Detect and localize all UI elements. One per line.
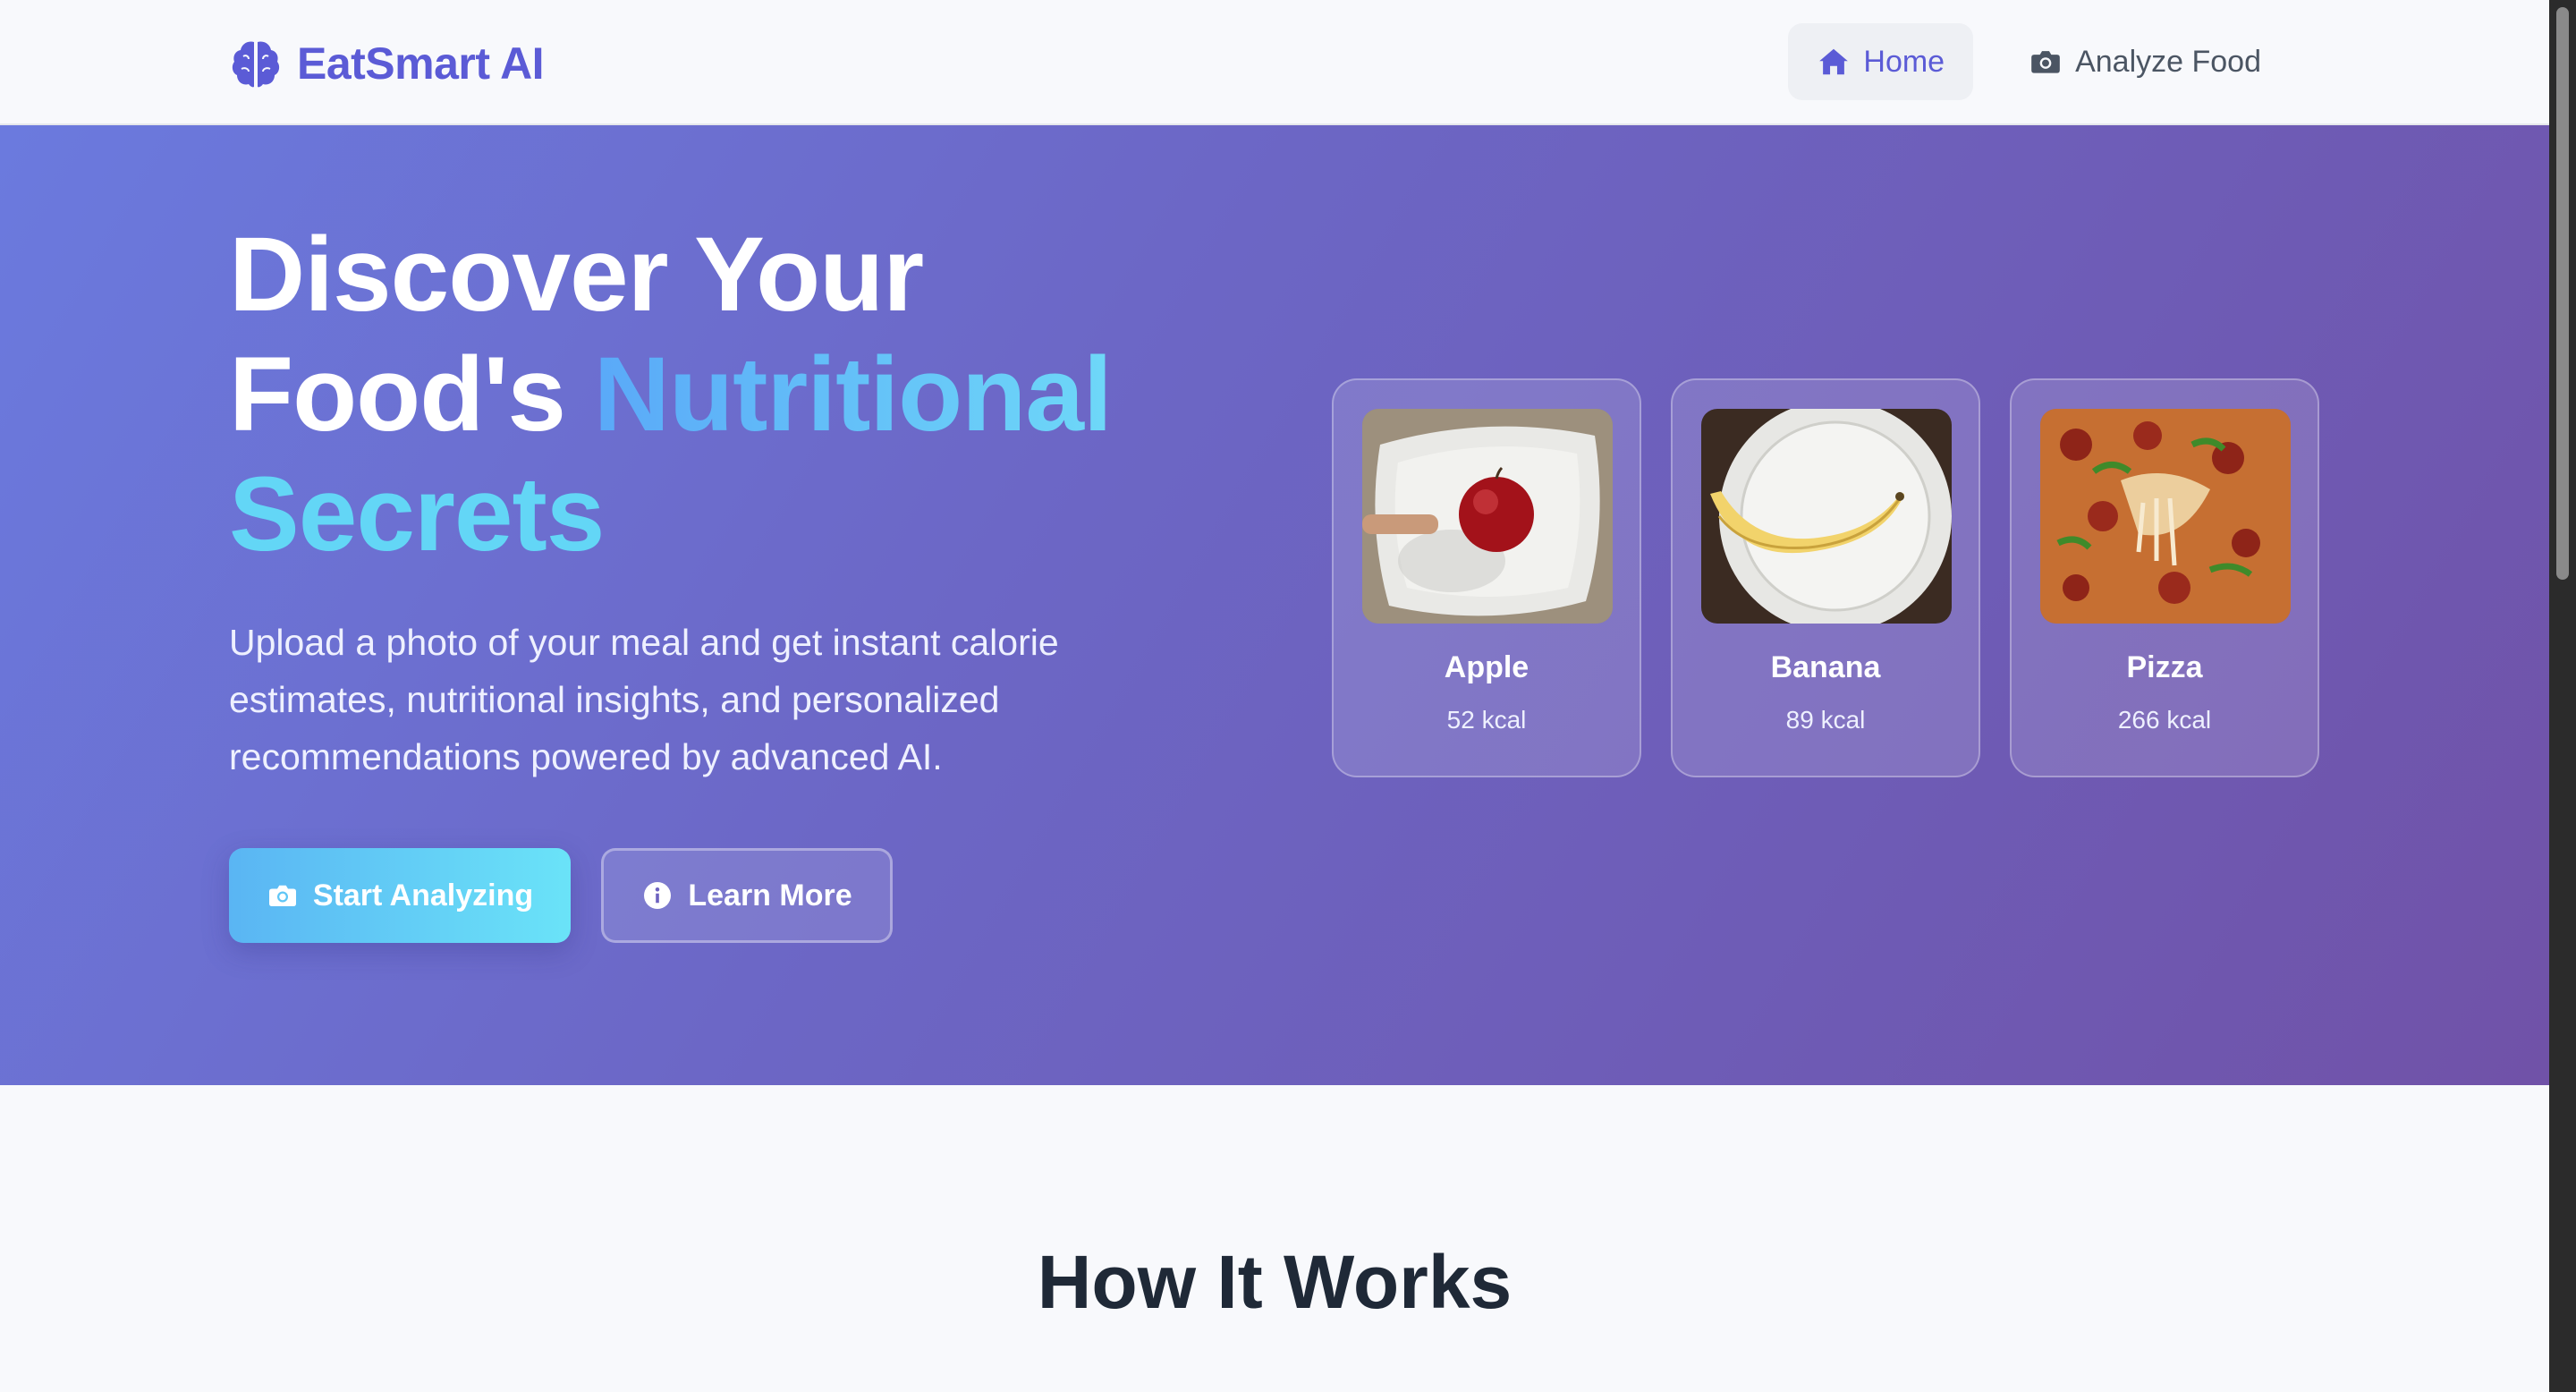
- food-card-pizza[interactable]: Pizza 266 kcal: [2010, 378, 2319, 777]
- hero-title-accent: Nutritional: [593, 335, 1113, 454]
- nav-home[interactable]: Home: [1788, 23, 1974, 100]
- scrollbar[interactable]: [2549, 0, 2576, 1392]
- apple-image: [1362, 409, 1613, 624]
- hero-title: Discover Your Food's Nutritional Secrets: [229, 215, 1213, 574]
- brand-logo[interactable]: EatSmart AI: [229, 32, 545, 95]
- start-analyzing-label: Start Analyzing: [312, 878, 534, 912]
- hero-title-line1: Discover Your: [229, 216, 924, 334]
- brand-name: EatSmart AI: [297, 38, 545, 89]
- learn-more-button[interactable]: Learn More: [601, 848, 893, 943]
- learn-more-label: Learn More: [688, 878, 852, 912]
- main-nav: Home Analyze Food: [1761, 23, 2290, 100]
- food-card-apple[interactable]: Apple 52 kcal: [1332, 378, 1641, 777]
- nav-analyze-label: Analyze Food: [2075, 44, 2261, 79]
- pizza-image: [2040, 409, 2291, 624]
- food-card-banana[interactable]: Banana 89 kcal: [1671, 378, 1980, 777]
- food-kcal-pizza: 266 kcal: [2117, 706, 2212, 734]
- start-analyzing-button[interactable]: Start Analyzing: [229, 848, 571, 943]
- hero-title-line2: Food's: [229, 335, 594, 454]
- food-kcal-banana: 89 kcal: [1785, 706, 1866, 734]
- top-navbar: EatSmart AI Home Analyze Food: [0, 0, 2549, 125]
- apple-photo: [1362, 409, 1613, 624]
- food-name-apple: Apple: [1444, 650, 1530, 684]
- camera-icon: [2031, 51, 2060, 73]
- nav-home-label: Home: [1863, 44, 1945, 79]
- camera-icon: [268, 885, 296, 906]
- nav-analyze-food[interactable]: Analyze Food: [2000, 23, 2290, 100]
- how-it-works-title: How It Works: [1037, 1240, 1513, 1324]
- info-icon: [644, 882, 672, 909]
- home-icon: [1819, 48, 1849, 75]
- scrollbar-thumb[interactable]: [2556, 7, 2569, 580]
- food-name-banana: Banana: [1770, 650, 1881, 684]
- hero-title-accent-2: Secrets: [229, 455, 605, 573]
- food-kcal-apple: 52 kcal: [1446, 706, 1527, 734]
- banana-image: [1701, 409, 1952, 624]
- banana-photo: [1701, 409, 1952, 624]
- hero-description: Upload a photo of your meal and get inst…: [229, 622, 1059, 777]
- brain-icon: [232, 41, 280, 88]
- pizza-photo: [2040, 409, 2291, 624]
- food-name-pizza: Pizza: [2126, 650, 2203, 684]
- hero-section: Discover Your Food's Nutritional Secrets…: [0, 125, 2549, 1085]
